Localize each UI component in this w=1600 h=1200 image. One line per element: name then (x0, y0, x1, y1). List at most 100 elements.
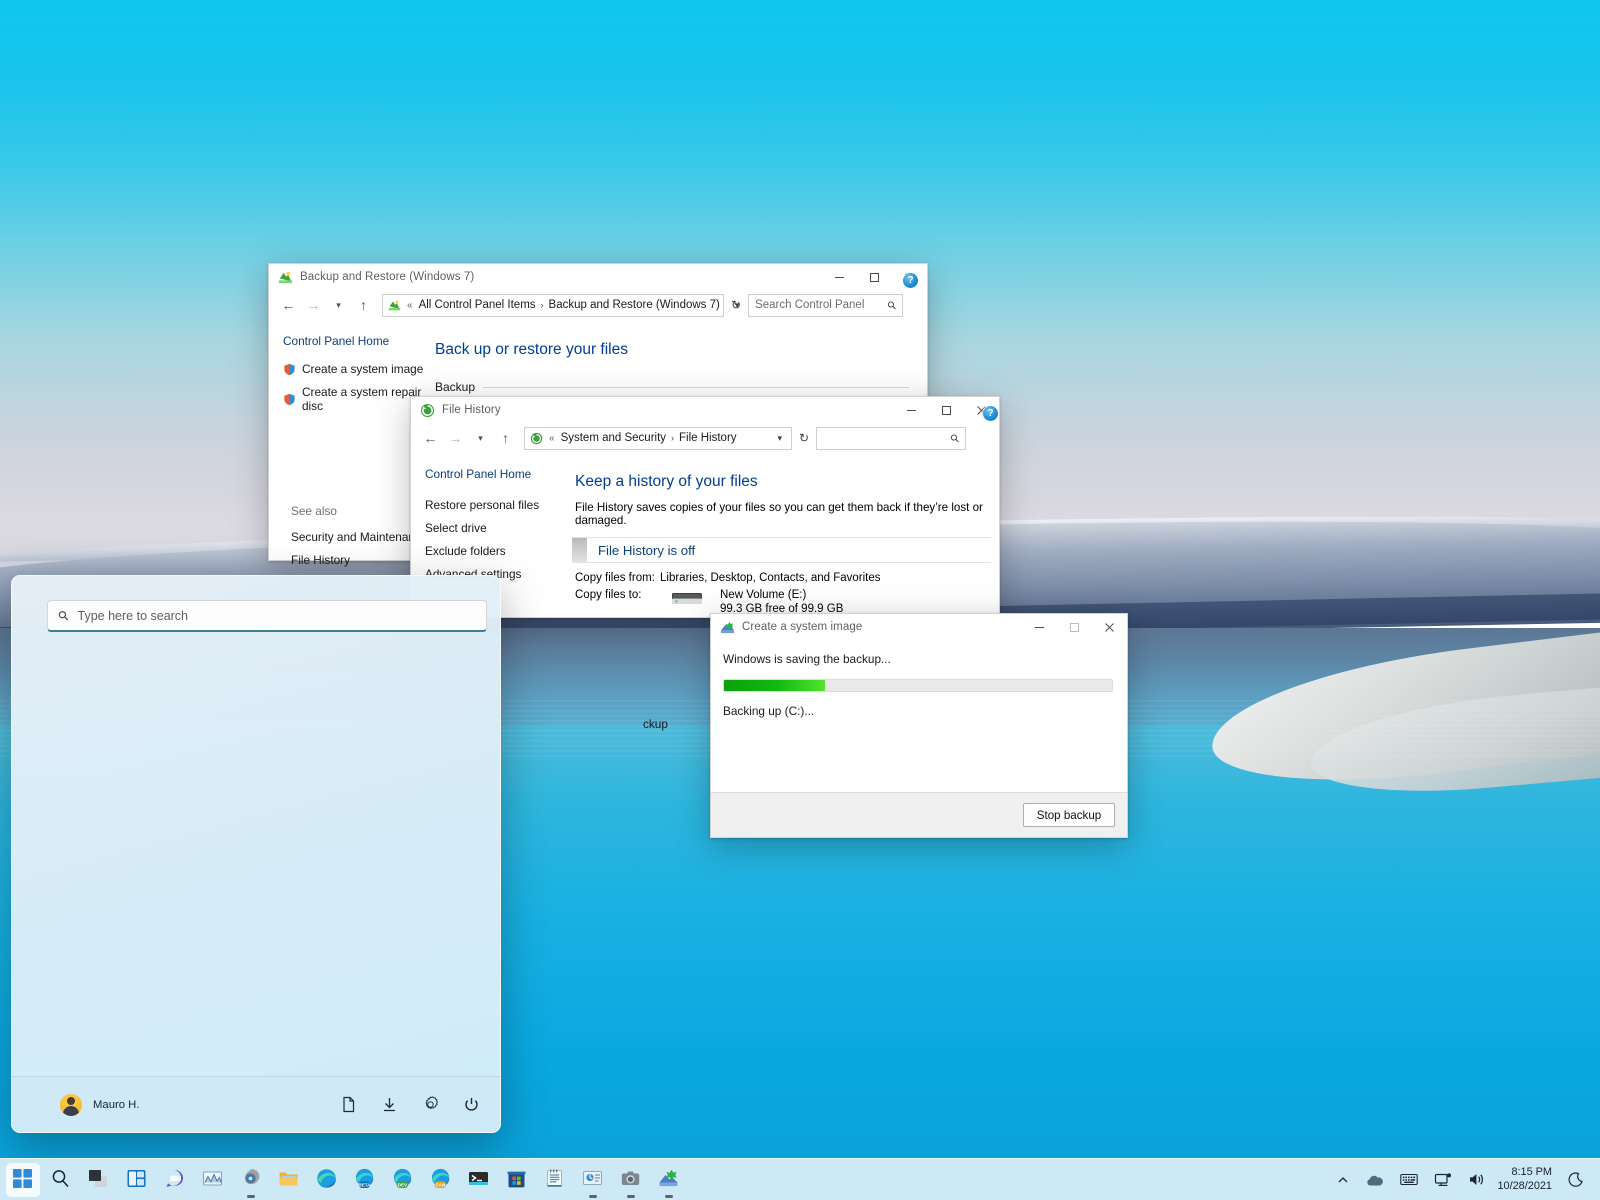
back-button[interactable]: ← (277, 294, 300, 317)
microsoft-store-button[interactable] (500, 1163, 534, 1197)
minimize-button[interactable] (822, 264, 857, 290)
task-view-button[interactable] (82, 1163, 116, 1197)
status-swatch (572, 538, 587, 563)
settings-button[interactable] (234, 1163, 268, 1197)
up-button[interactable]: ↑ (352, 294, 375, 317)
start-search-input[interactable]: Type here to search (78, 609, 188, 623)
running-indicator (627, 1195, 635, 1198)
control-panel-button[interactable] (576, 1163, 610, 1197)
volume-icon[interactable] (1460, 1163, 1493, 1197)
minimize-button[interactable] (894, 397, 929, 423)
taskbar-items[interactable]: BETA DEV (6, 1163, 686, 1197)
edge-icon (316, 1168, 339, 1191)
stop-backup-button[interactable]: Stop backup (1023, 803, 1115, 827)
help-info-badge[interactable]: ? (983, 406, 998, 421)
close-button[interactable] (1092, 614, 1127, 640)
up-button[interactable]: ↑ (494, 427, 517, 450)
breadcrumb-item-1[interactable]: Backup and Restore (Windows 7) (549, 299, 720, 311)
sidebar-item-security-and-maintenance[interactable]: Security and Maintenance (291, 530, 427, 544)
backup-address-row[interactable]: ← → ▾ ↑ « All Control Panel Items › Back… (269, 290, 927, 320)
edge-canary-icon: CAN (430, 1168, 453, 1191)
edge-beta-button[interactable]: BETA (348, 1163, 382, 1197)
filehistory-address-row[interactable]: ← → ▾ ↑ « System and Security › File His… (411, 423, 999, 453)
recent-locations-button[interactable]: ▾ (327, 294, 350, 317)
taskbar[interactable]: BETA DEV (0, 1158, 1600, 1200)
backup-restore-icon (658, 1168, 681, 1191)
clock-and-date[interactable]: 8:15 PM 10/28/2021 (1493, 1166, 1560, 1193)
start-menu[interactable]: ⚲ Type here to search Pinned All apps › … (11, 575, 501, 1133)
widgets-button[interactable] (120, 1163, 154, 1197)
sidebar-item-create-system-image[interactable]: Create a system image (283, 362, 431, 376)
notepad-button[interactable] (538, 1163, 572, 1197)
sidebar-item-create-repair-disc[interactable]: Create a system repair disc (283, 385, 431, 413)
file-explorer-button[interactable] (272, 1163, 306, 1197)
see-also-label: See also (291, 504, 427, 518)
sidebar-item-select-drive[interactable]: Select drive (425, 521, 571, 535)
sysimage-window-controls[interactable] (1022, 614, 1127, 640)
power-icon[interactable] (463, 1096, 480, 1113)
windows-logo-icon (12, 1168, 35, 1191)
keyboard-icon[interactable] (1392, 1163, 1426, 1197)
maximize-button[interactable] (929, 397, 964, 423)
sidebar-item-restore-personal-files[interactable]: Restore personal files (425, 498, 571, 512)
shield-icon (283, 393, 296, 406)
filehistory-titlebar[interactable]: File History (411, 397, 999, 423)
documents-icon[interactable] (340, 1096, 357, 1113)
sysimage-titlebar[interactable]: Create a system image (711, 614, 1127, 640)
sidebar-item-control-panel-home[interactable]: Control Panel Home (425, 467, 571, 481)
search-icon (50, 1168, 73, 1191)
edge-canary-button[interactable]: CAN (424, 1163, 458, 1197)
start-footer-icons[interactable] (340, 1096, 480, 1113)
settings-gear-icon[interactable] (422, 1096, 439, 1113)
system-tray[interactable]: 8:15 PM 10/28/2021 (1329, 1163, 1592, 1197)
network-icon[interactable] (1426, 1163, 1460, 1197)
breadcrumb-item-0[interactable]: System and Security (561, 432, 666, 444)
edge-dev-button[interactable]: DEV (386, 1163, 420, 1197)
refresh-button[interactable]: ↻ (726, 298, 746, 312)
filehistory-address-bar[interactable]: « System and Security › File History ▾ (524, 427, 792, 450)
progress-bar-track (723, 679, 1113, 692)
notifications-moon-icon[interactable] (1560, 1163, 1592, 1197)
maximize-button[interactable] (857, 264, 892, 290)
window-create-system-image[interactable]: Create a system image Windows is saving … (710, 613, 1128, 838)
forward-button[interactable]: → (444, 427, 467, 450)
backup-see-also-group: See also Security and Maintenance File H… (291, 504, 427, 576)
start-button[interactable] (6, 1163, 40, 1197)
start-search-box[interactable]: ⚲ Type here to search (47, 600, 487, 632)
refresh-button[interactable]: ↻ (794, 431, 814, 445)
filehistory-search-box[interactable]: ⚲ (816, 427, 966, 450)
downloads-icon[interactable] (381, 1096, 398, 1113)
address-dropdown-icon[interactable]: ▾ (772, 433, 787, 444)
forward-button[interactable]: → (302, 294, 325, 317)
backup-address-bar[interactable]: « All Control Panel Items › Backup and R… (382, 294, 724, 317)
backup-search-box[interactable]: Search Control Panel ⚲ (748, 294, 903, 317)
divider (483, 387, 909, 388)
chat-button[interactable] (158, 1163, 192, 1197)
breadcrumb-item-1[interactable]: File History (679, 432, 737, 444)
tray-overflow-button[interactable] (1329, 1163, 1357, 1197)
onedrive-cloud-icon[interactable] (1357, 1163, 1392, 1197)
minimize-button[interactable] (1022, 614, 1057, 640)
user-account-button[interactable]: Mauro H. (60, 1094, 139, 1116)
snipping-tool-button[interactable] (614, 1163, 648, 1197)
breadcrumb-item-0[interactable]: All Control Panel Items (419, 299, 536, 311)
edge-button[interactable] (310, 1163, 344, 1197)
occluded-backup-text: ckup (643, 717, 668, 731)
backup-titlebar[interactable]: Backup and Restore (Windows 7) (269, 264, 927, 290)
recent-locations-button[interactable]: ▾ (469, 427, 492, 450)
sidebar-item-control-panel-home[interactable]: Control Panel Home (283, 334, 431, 348)
task-manager-button[interactable] (196, 1163, 230, 1197)
shield-icon (283, 363, 296, 376)
backup-search-input[interactable]: Search Control Panel (755, 299, 884, 311)
sidebar-item-exclude-folders[interactable]: Exclude folders (425, 544, 571, 558)
help-info-badge[interactable]: ? (903, 273, 918, 288)
camera-icon (620, 1168, 643, 1191)
back-button[interactable]: ← (419, 427, 442, 450)
search-button[interactable] (44, 1163, 78, 1197)
backup-button[interactable] (652, 1163, 686, 1197)
sidebar-item-file-history[interactable]: File History (291, 553, 427, 567)
status-banner-text: File History is off (598, 543, 695, 558)
sysimage-content: Windows is saving the backup... Backing … (711, 640, 1127, 718)
backup-restore-icon (278, 270, 293, 285)
terminal-button[interactable] (462, 1163, 496, 1197)
